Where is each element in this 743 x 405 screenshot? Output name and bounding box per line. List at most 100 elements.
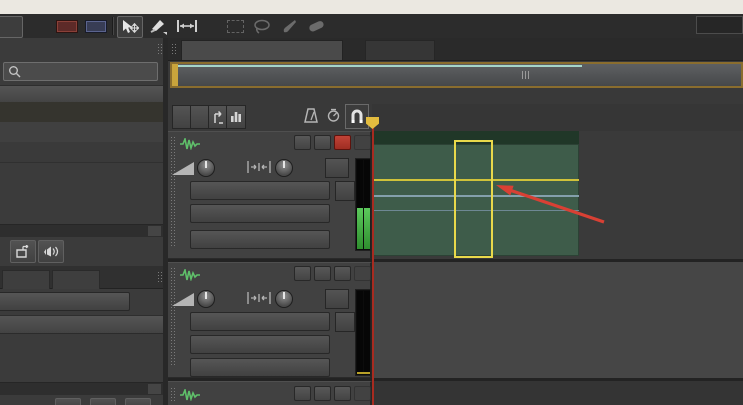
- mixer-strip-button[interactable]: [226, 105, 246, 129]
- search-input[interactable]: [3, 62, 158, 81]
- drive-select[interactable]: [0, 292, 130, 311]
- brush-tool-icon[interactable]: [278, 16, 300, 36]
- fx-button[interactable]: [190, 105, 210, 129]
- marquee-tool-icon[interactable]: [224, 16, 246, 36]
- mute-button[interactable]: [294, 266, 311, 281]
- automation-mode-select[interactable]: [190, 230, 330, 249]
- track-drag-handle[interactable]: [170, 387, 176, 403]
- timeline-ruler[interactable]: [372, 104, 743, 132]
- phase-button[interactable]: [335, 312, 355, 332]
- razor-tool-icon[interactable]: [146, 16, 170, 36]
- volume-knob[interactable]: [197, 290, 215, 308]
- solo-button[interactable]: [314, 135, 331, 150]
- automation-mode-select[interactable]: [190, 358, 330, 377]
- record-arm-button[interactable]: [334, 135, 351, 150]
- panel-drag-handle[interactable]: [157, 43, 162, 55]
- time-selection-tool-icon[interactable]: [174, 16, 200, 36]
- loop-toggle-button[interactable]: [172, 105, 192, 129]
- monitor-input-button[interactable]: [354, 386, 371, 401]
- tab-markers[interactable]: [2, 270, 50, 289]
- volume-knob[interactable]: [197, 159, 215, 177]
- track-output-select[interactable]: [190, 204, 330, 223]
- monitor-input-button[interactable]: [354, 135, 371, 150]
- track-drag-handle[interactable]: [170, 267, 176, 367]
- lasso-tool-icon[interactable]: [251, 16, 273, 36]
- search-icon: [8, 65, 21, 78]
- speaker-icon: [43, 245, 59, 258]
- import-icon: [16, 245, 31, 258]
- multitrack-editor-icon[interactable]: [84, 16, 108, 36]
- navigator-grip-icon[interactable]: [522, 71, 530, 79]
- move-tool-icon[interactable]: [117, 16, 143, 38]
- pan-icon: [247, 291, 271, 305]
- track-output-select[interactable]: [190, 335, 330, 354]
- preview-play-button[interactable]: [38, 240, 64, 263]
- panel-drag-handle[interactable]: [171, 43, 177, 55]
- tab-mixer[interactable]: [365, 40, 435, 60]
- annotation-arrow: [488, 178, 623, 233]
- mute-button[interactable]: [294, 386, 311, 401]
- pan-icon: [247, 160, 271, 174]
- workspace-select[interactable]: [696, 16, 743, 34]
- track-type-icon: [180, 269, 200, 281]
- record-arm-button[interactable]: [334, 266, 351, 281]
- playhead-line: [372, 117, 374, 405]
- mute-button[interactable]: [294, 135, 311, 150]
- ibeam-tool-icon[interactable]: [203, 16, 219, 36]
- track-input-select[interactable]: [190, 312, 330, 331]
- solo-button[interactable]: [314, 266, 331, 281]
- magnet-icon: [350, 109, 364, 124]
- markers-column-header[interactable]: [0, 315, 163, 334]
- bars-icon: [230, 111, 242, 123]
- zoom-navigator[interactable]: [170, 62, 743, 88]
- main-toolbar: [0, 14, 743, 39]
- pan-knob[interactable]: [275, 290, 293, 308]
- level-meter: [355, 158, 371, 251]
- track-type-icon: [180, 389, 200, 401]
- volume-icon: [172, 162, 194, 175]
- routing-button[interactable]: [208, 105, 228, 129]
- level-meter: [355, 289, 371, 376]
- multitrack-view-button[interactable]: [0, 16, 23, 38]
- metronome-icon[interactable]: [303, 108, 319, 127]
- horizontal-scrollbar[interactable]: [0, 224, 163, 237]
- pan-knob[interactable]: [275, 159, 293, 177]
- divider: [112, 17, 113, 35]
- record-arm-button[interactable]: [334, 386, 351, 401]
- audition-window: [0, 0, 743, 405]
- track-drag-handle[interactable]: [170, 136, 176, 246]
- file-row[interactable]: [0, 102, 163, 123]
- solo-button[interactable]: [314, 386, 331, 401]
- track1-controls: [168, 131, 372, 259]
- import-file-button[interactable]: [10, 240, 36, 263]
- navigator-left-handle[interactable]: [172, 64, 178, 86]
- track2-lane[interactable]: [372, 262, 743, 378]
- monitor-speaker-button[interactable]: [325, 158, 349, 178]
- markers-tabbar: [0, 266, 163, 289]
- monitor-speaker-button[interactable]: [325, 289, 349, 309]
- file-row[interactable]: [0, 122, 163, 143]
- heal-tool-icon[interactable]: [304, 16, 328, 36]
- monitor-input-button[interactable]: [354, 266, 371, 281]
- scroll-right-icon[interactable]: [148, 384, 161, 394]
- horizontal-scrollbar[interactable]: [0, 382, 163, 395]
- track2-controls: [168, 262, 372, 378]
- files-panel: [0, 38, 163, 405]
- tab-properties[interactable]: [52, 270, 100, 289]
- snap-toggle-button[interactable]: [345, 104, 369, 129]
- metering-icon[interactable]: [326, 108, 341, 126]
- track3-lane[interactable]: [372, 381, 743, 405]
- navigator-overview-line: [178, 65, 582, 67]
- track3-controls: [168, 381, 372, 405]
- phase-button[interactable]: [335, 181, 355, 201]
- panel-drag-handle[interactable]: [157, 271, 162, 283]
- file-row[interactable]: [0, 142, 163, 163]
- partial-button[interactable]: [55, 398, 81, 405]
- partial-button[interactable]: [90, 398, 116, 405]
- track-input-select[interactable]: [190, 181, 330, 200]
- editor-tabbar: [168, 38, 743, 61]
- scroll-right-icon[interactable]: [148, 226, 161, 236]
- tab-editor[interactable]: [181, 40, 343, 60]
- partial-button[interactable]: [125, 398, 151, 405]
- waveform-view-icon[interactable]: [55, 16, 79, 36]
